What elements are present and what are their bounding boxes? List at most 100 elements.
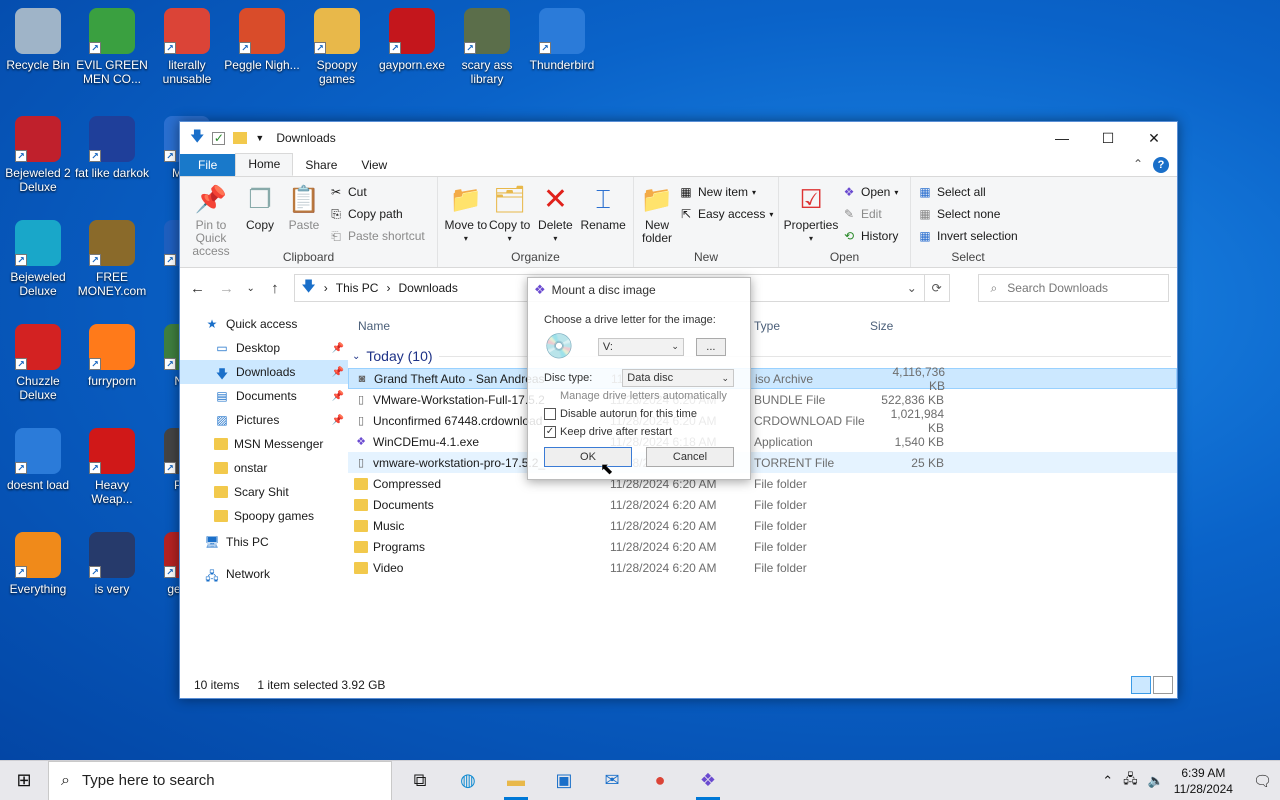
notifications-icon[interactable]: 🗨 [1253, 772, 1272, 790]
tab-view[interactable]: View [349, 155, 399, 176]
wincdemu-taskbar-button[interactable]: ❖ [684, 761, 732, 800]
desktop-icon[interactable]: ↗ Bejeweled 2 Deluxe [0, 116, 76, 194]
desktop-icon[interactable]: ↗ EVIL GREEN MEN CO... [74, 8, 150, 86]
table-row[interactable]: ❖WinCDEmu-4.1.exe11/28/2024 6:18 AMAppli… [348, 431, 1177, 452]
keep-drive-checkbox[interactable]: ✓ Keep drive after restart [544, 423, 734, 441]
sidebar-item[interactable]: onstar [180, 456, 348, 480]
new-item-button[interactable]: ▦ New item ▾ [678, 183, 773, 201]
tab-file[interactable]: File [180, 154, 236, 176]
nav-this-pc[interactable]: 🖥 This PC [180, 530, 348, 554]
column-size[interactable]: Size [870, 319, 950, 333]
sidebar-item[interactable]: Spoopy games [180, 504, 348, 528]
drive-letter-select[interactable]: V: ⌄ [597, 337, 684, 356]
copy-path-button[interactable]: ⎘ Copy path [328, 205, 425, 223]
address-dropdown-icon[interactable]: ⌄ [900, 281, 924, 295]
tab-share[interactable]: Share [293, 155, 349, 176]
table-row[interactable]: Video 11/28/2024 6:20 AM File folder [348, 557, 1177, 578]
sidebar-item[interactable]: 🡇 Downloads 📌 [180, 360, 348, 384]
folder-icon[interactable] [233, 132, 248, 144]
sidebar-item[interactable]: Scary Shit [180, 480, 348, 504]
desktop-icon[interactable]: ↗ Spoopy games [299, 8, 375, 86]
help-icon[interactable]: ? [1153, 157, 1169, 173]
clock[interactable]: 6:39 AM 11/28/2024 [1174, 765, 1233, 797]
manage-drive-letters-option[interactable]: Manage drive letters automatically [544, 387, 734, 405]
desktop-icon[interactable]: ↗ furryporn [74, 324, 150, 388]
desktop-icon[interactable]: ↗ scary ass library [449, 8, 525, 86]
search-input[interactable]: ⌕ Search Downloads [977, 274, 1169, 302]
mail-taskbar-button[interactable]: ✉ [588, 761, 636, 800]
table-row[interactable]: Documents 11/28/2024 6:20 AM File folder [348, 494, 1177, 515]
properties-checkbox-icon[interactable]: ✓ [212, 131, 226, 145]
desktop-icon[interactable]: ↗ doesnt load [0, 428, 76, 492]
breadcrumb-this-pc[interactable]: This PC [336, 281, 379, 295]
volume-icon[interactable]: 🔈 [1148, 773, 1164, 789]
desktop-icon[interactable]: ↗ Thunderbird [524, 8, 600, 72]
desktop-icon[interactable]: ↗ fat like darkok [74, 116, 150, 180]
qat-dropdown-icon[interactable]: ▼ [255, 133, 264, 143]
details-view-button[interactable] [1131, 676, 1151, 694]
history-button[interactable]: ⟲ History [841, 227, 898, 245]
desktop-icon[interactable]: ↗ Peggle Nigh... [224, 8, 300, 72]
table-row[interactable]: Compressed 11/28/2024 6:20 AM File folder [348, 473, 1177, 494]
large-icons-view-button[interactable] [1153, 676, 1173, 694]
cancel-button[interactable]: Cancel [646, 447, 734, 467]
taskbar-search-input[interactable]: ⌕ Type here to search [48, 760, 392, 800]
desktop-icon[interactable]: ↗ Heavy Weap... [74, 428, 150, 506]
column-type[interactable]: Type [754, 319, 870, 333]
desktop-icon[interactable]: ↗ Chuzzle Deluxe [0, 324, 76, 402]
desktop-icon[interactable]: ↗ literally unusable [149, 8, 225, 86]
cut-button[interactable]: ✂ Cut [328, 183, 425, 201]
table-row[interactable]: Programs 11/28/2024 6:20 AM File folder [348, 536, 1177, 557]
table-row[interactable]: ▯VMware-Workstation-Full-17.5.211/28/202… [348, 389, 1177, 410]
edit-button[interactable]: ✎ Edit [841, 205, 898, 223]
desktop-icon[interactable]: ↗ Everything [0, 532, 76, 596]
sidebar-item[interactable]: ▤ Documents 📌 [180, 384, 348, 408]
start-button[interactable]: ⊞ [0, 761, 48, 800]
desktop-icon[interactable]: ↗ Bejeweled Deluxe [0, 220, 76, 298]
task-view-button[interactable]: ⧉ [396, 761, 444, 800]
select-none-button[interactable]: ▦ Select none [917, 205, 1018, 223]
group-header-today[interactable]: ⌄ Today (10) [348, 344, 1177, 368]
desktop-icon[interactable]: ↗ FREE MONEY.com [74, 220, 150, 298]
disable-autorun-checkbox[interactable]: Disable autorun for this time [544, 405, 734, 423]
pin-icon[interactable]: 📌 [332, 391, 344, 402]
pin-icon[interactable]: 📌 [332, 367, 344, 378]
table-row[interactable]: Music 11/28/2024 6:20 AM File folder [348, 515, 1177, 536]
table-row[interactable]: ▯Unconfirmed 67448.crdownload11/28/2024 … [348, 407, 1177, 435]
minimize-button[interactable]: — [1039, 122, 1085, 154]
up-arrow-icon[interactable]: ↑ [265, 280, 284, 297]
desktop-icon[interactable]: Recycle Bin [0, 8, 76, 72]
recent-locations-icon[interactable]: ⌄ [246, 283, 255, 294]
nav-quick-access[interactable]: ★ Quick access [180, 312, 348, 336]
browse-button[interactable]: ... [695, 337, 726, 356]
sidebar-item[interactable]: ▭ Desktop 📌 [180, 336, 348, 360]
breadcrumb-downloads[interactable]: Downloads [398, 281, 457, 295]
network-icon[interactable]: 🖧 [1123, 770, 1138, 792]
pin-icon[interactable]: 📌 [332, 343, 344, 354]
refresh-button[interactable]: ⟳ [924, 274, 950, 302]
show-hidden-icons-icon[interactable]: ⌃ [1102, 773, 1113, 789]
nav-network[interactable]: 🖧 Network [180, 562, 348, 586]
pin-icon[interactable]: 📌 [332, 415, 344, 426]
sidebar-item[interactable]: ▨ Pictures 📌 [180, 408, 348, 432]
store-taskbar-button[interactable]: ▣ [540, 761, 588, 800]
maximize-button[interactable]: ☐ [1085, 122, 1131, 154]
disc-type-select[interactable]: Data disc ⌄ [622, 369, 734, 387]
desktop-icon[interactable]: ↗ is very [74, 532, 150, 596]
close-button[interactable]: ✕ [1131, 122, 1177, 154]
chrome-taskbar-button[interactable]: ● [636, 761, 684, 800]
tab-home[interactable]: Home [235, 153, 294, 176]
forward-arrow-icon[interactable]: → [217, 280, 236, 297]
table-row[interactable]: ◙Grand Theft Auto - San Andreas11/28/202… [348, 365, 1177, 393]
select-all-button[interactable]: ▦ Select all [917, 183, 1018, 201]
back-arrow-icon[interactable]: ← [188, 280, 207, 297]
invert-selection-button[interactable]: ▦ Invert selection [917, 227, 1017, 245]
file-explorer-taskbar-button[interactable]: ▬ [492, 761, 540, 800]
ribbon-collapse-icon[interactable]: ⌃ [1133, 157, 1143, 173]
table-row[interactable]: ▯vmware-workstation-pro-17.5.2_archive11… [348, 452, 1177, 473]
sidebar-item[interactable]: MSN Messenger [180, 432, 348, 456]
easy-access-button[interactable]: ⇱ Easy access ▾ [678, 205, 773, 223]
edge-taskbar-button[interactable]: ◍ [444, 761, 492, 800]
paste-shortcut-button[interactable]: ⎗ Paste shortcut [328, 227, 425, 245]
desktop-icon[interactable]: ↗ gayporn.exe [374, 8, 450, 72]
